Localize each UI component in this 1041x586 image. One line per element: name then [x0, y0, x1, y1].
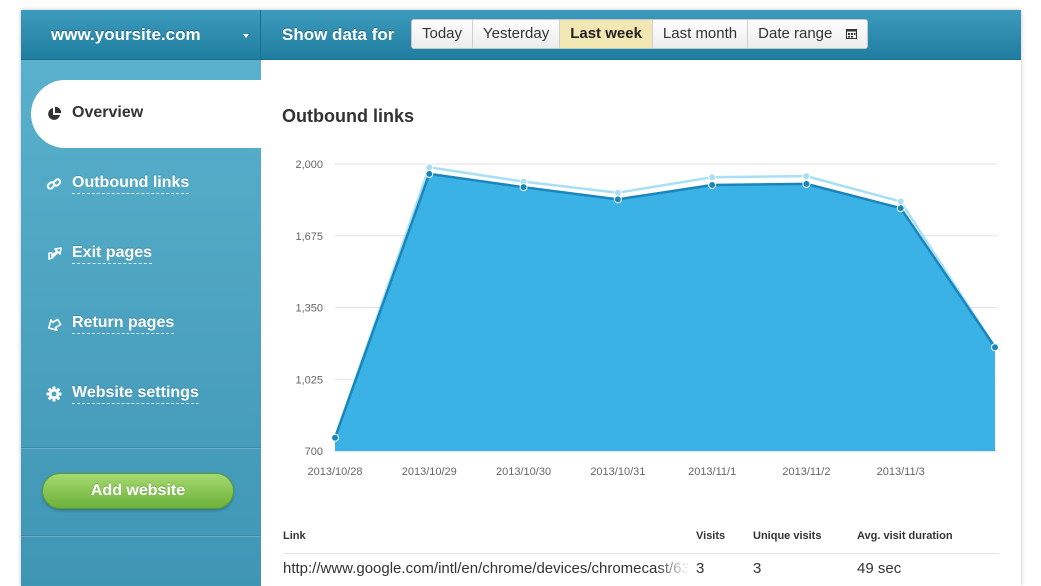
data-point	[613, 195, 622, 204]
pie-chart-icon	[48, 106, 62, 120]
data-point	[708, 180, 717, 189]
cell-visits: 3	[696, 560, 705, 577]
show-data-label: Show data for	[282, 25, 395, 44]
sidebar: www.yoursite.com Overview Outbound links…	[21, 10, 261, 586]
range-last-week-button[interactable]: Last week	[559, 20, 652, 48]
data-point	[613, 188, 622, 197]
range-yesterday-button[interactable]: Yesterday	[472, 20, 560, 48]
sidebar-item-outbound-links[interactable]: Outbound links	[21, 150, 261, 218]
gear-icon	[46, 386, 62, 402]
column-header-visits: Visits	[696, 530, 726, 542]
sidebar-item-exit-pages[interactable]: Exit pages	[21, 220, 261, 288]
x-tick-label: 2013/11/3	[877, 466, 925, 478]
sidebar-divider	[21, 447, 261, 448]
cell-avg-duration: 49 sec	[857, 560, 902, 577]
site-selector[interactable]: www.yoursite.com	[21, 10, 261, 60]
x-tick-label: 2013/10/30	[496, 466, 551, 478]
main-content: Outbound links 2,000 1,675 1,350 1,025 700 20…	[261, 60, 1021, 586]
data-point	[802, 179, 811, 188]
x-tick-label: 2013/10/31	[590, 466, 645, 478]
y-tick-label: 2,000	[295, 159, 323, 171]
series-area	[335, 173, 995, 451]
data-point	[896, 197, 905, 206]
y-tick-label: 1,675	[295, 231, 323, 243]
x-tick-label: 2013/10/28	[307, 466, 362, 478]
sidebar-item-label: Website settings	[72, 384, 199, 404]
top-bar: Show data for Today Yesterday Last week …	[261, 10, 1021, 60]
outbound-links-chart: 2,000 1,675 1,350 1,025 700 2013/10/28 2013/10…	[295, 159, 999, 478]
table-header: Link Visits Unique visits Avg. visit dur…	[283, 530, 999, 554]
app-window: www.yoursite.com Overview Outbound links…	[21, 10, 1021, 586]
add-website-button[interactable]: Add website	[42, 473, 234, 509]
sidebar-item-label: Return pages	[72, 314, 175, 334]
y-tick-label: 1,350	[295, 303, 323, 315]
cell-unique-visits: 3	[753, 560, 762, 577]
data-point	[896, 204, 905, 213]
site-name: www.yoursite.com	[51, 25, 201, 44]
sidebar-item-label: Overview	[72, 104, 144, 121]
sidebar-divider	[21, 535, 261, 536]
y-tick-label: 700	[305, 446, 323, 458]
column-header-unique-visits: Unique visits	[753, 530, 822, 542]
table-row[interactable]: http://www.google.com/intl/en/chrome/dev…	[283, 560, 999, 586]
date-range-label: Date range	[758, 25, 833, 42]
data-point	[802, 172, 811, 181]
sidebar-item-overview[interactable]: Overview	[31, 80, 261, 148]
date-range-selector: Today Yesterday Last week Last month Dat…	[411, 19, 869, 49]
data-point	[991, 343, 999, 352]
x-tick-label: 2013/11/1	[688, 466, 736, 478]
range-date-range-button[interactable]: Date range	[747, 20, 868, 48]
exit-arrow-icon	[48, 247, 62, 260]
data-point	[519, 183, 528, 192]
column-header-link: Link	[283, 530, 306, 542]
return-arrow-icon	[48, 318, 62, 331]
data-point	[425, 163, 434, 172]
x-tick-label: 2013/11/2	[782, 466, 830, 478]
calendar-icon	[846, 29, 858, 39]
sidebar-item-website-settings[interactable]: Website settings	[21, 360, 261, 428]
chevron-down-icon	[243, 34, 249, 38]
range-last-month-button[interactable]: Last month	[651, 20, 748, 48]
column-header-avg-duration: Avg. visit duration	[857, 530, 953, 542]
data-point	[331, 433, 339, 442]
sidebar-item-return-pages[interactable]: Return pages	[21, 290, 261, 358]
y-tick-label: 1,025	[295, 374, 323, 386]
range-today-button[interactable]: Today	[412, 20, 473, 48]
cell-link[interactable]: http://www.google.com/intl/en/chrome/dev…	[283, 560, 689, 577]
x-tick-label: 2013/10/29	[402, 466, 457, 478]
data-point	[708, 173, 717, 182]
sidebar-item-label: Exit pages	[72, 244, 153, 264]
data-point	[425, 169, 434, 178]
link-icon	[46, 178, 62, 190]
sidebar-item-label: Outbound links	[72, 174, 190, 194]
